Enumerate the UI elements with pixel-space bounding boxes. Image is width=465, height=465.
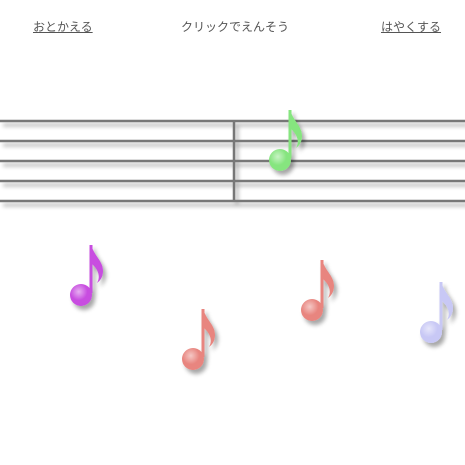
note-gloss: [269, 149, 291, 171]
music-staff: [0, 110, 465, 370]
staff-lines: [0, 119, 465, 203]
note-magenta-note-icon[interactable]: [70, 245, 103, 306]
note-gloss: [301, 299, 323, 321]
note-flag: [203, 309, 215, 347]
note-flag: [441, 282, 453, 320]
note-flag: [91, 245, 103, 283]
note-flag: [322, 260, 334, 298]
note-lavender-note-icon[interactable]: [420, 282, 453, 343]
note-salmon-mid-note-icon[interactable]: [301, 260, 334, 321]
note-gloss: [420, 321, 442, 343]
note-salmon-low-note-icon[interactable]: [182, 309, 215, 370]
note-gloss: [182, 348, 204, 370]
note-flag: [290, 110, 302, 148]
note-gloss: [70, 284, 92, 306]
music-stage[interactable]: おとかえる クリックでえんそう はやくする: [0, 0, 465, 465]
